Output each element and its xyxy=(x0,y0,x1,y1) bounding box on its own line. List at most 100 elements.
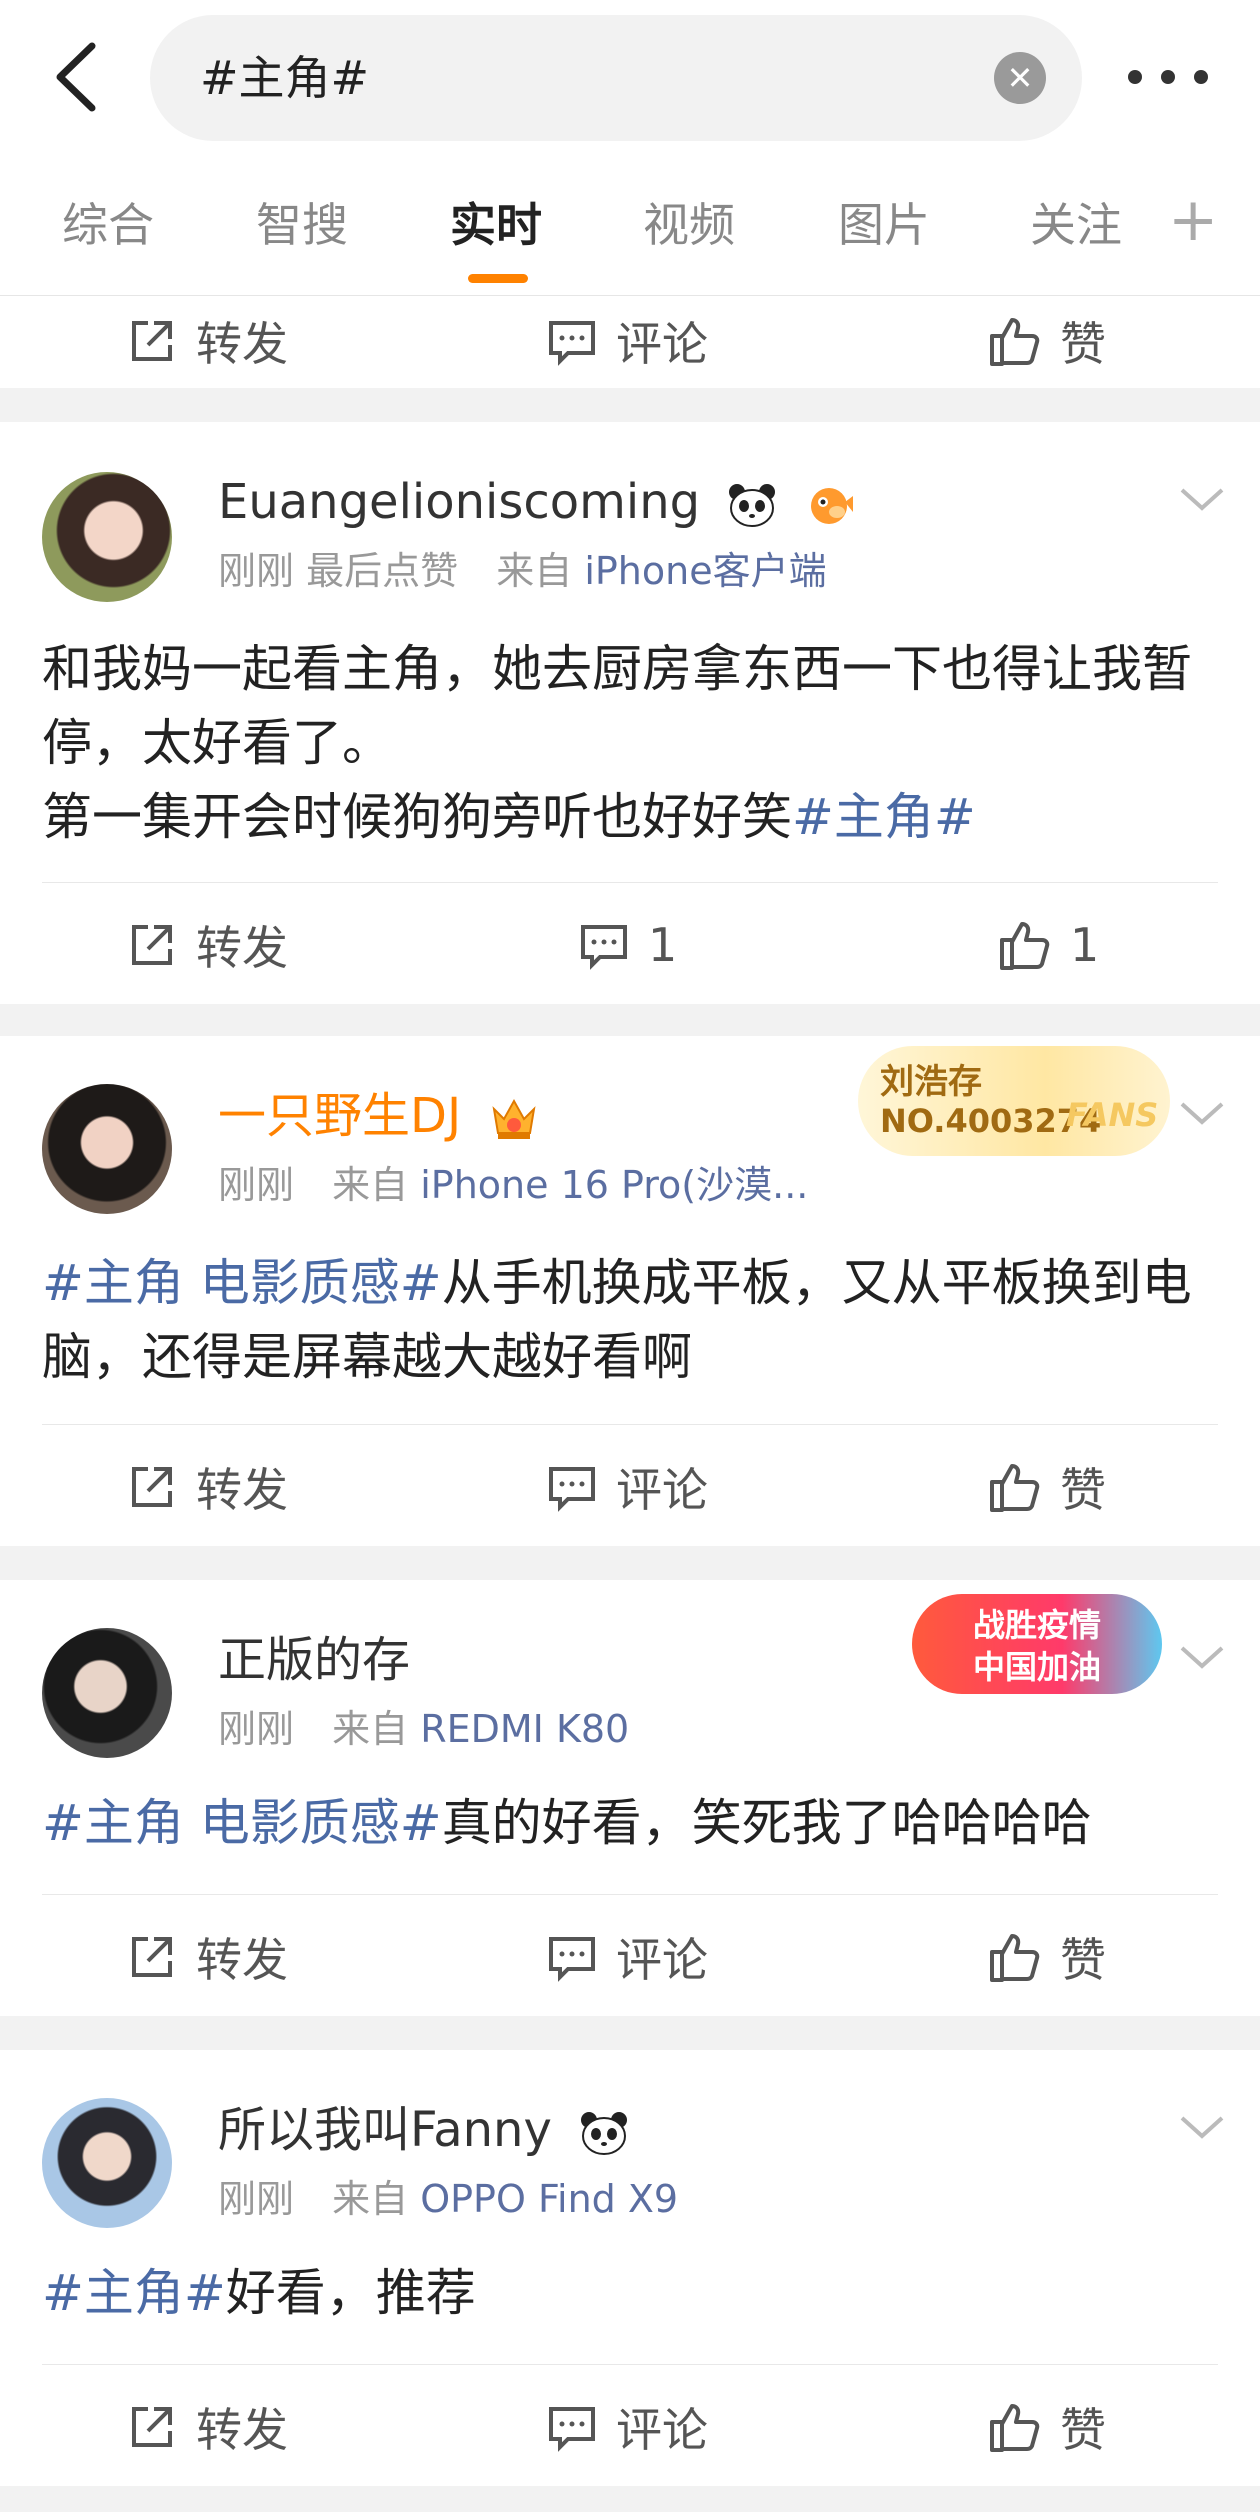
username[interactable]: 一只野生DJ xyxy=(218,1086,540,1146)
tab-smart-search[interactable]: 智搜 xyxy=(256,180,348,270)
back-button[interactable] xyxy=(48,40,108,114)
post-text: 好看，推荐 xyxy=(225,2264,476,2322)
repost-label: 转发 xyxy=(196,1463,288,1517)
avatar[interactable] xyxy=(42,2098,172,2228)
campaign-badge[interactable]: 战胜疫情 中国加油 xyxy=(912,1594,1162,1694)
fans-badge-name: 刘浩存 xyxy=(880,1062,982,1102)
thumbs-up-icon xyxy=(990,2404,1040,2452)
like-button[interactable]: 赞 xyxy=(988,286,1106,396)
divider xyxy=(42,1424,1218,1425)
comment-button[interactable]: 评论 xyxy=(546,286,708,396)
chevron-left-icon xyxy=(56,42,96,112)
avatar[interactable] xyxy=(42,472,172,602)
topic-link[interactable]: #主角# xyxy=(792,788,976,846)
tab-images[interactable]: 图片 xyxy=(838,180,930,270)
post-source[interactable]: iPhone 16 Pro(沙漠... xyxy=(420,1163,808,1207)
username-text: 一只野生DJ xyxy=(218,1088,462,1144)
repost-icon xyxy=(132,321,172,361)
post-source[interactable]: REDMI K80 xyxy=(420,1707,629,1751)
post-actions: 转发 评论 赞 xyxy=(0,2372,1260,2482)
tab-comprehensive[interactable]: 综合 xyxy=(62,180,154,270)
topic-link[interactable]: #主角 电影质感# xyxy=(42,1254,442,1312)
username-text: 正版的存 xyxy=(218,1632,411,1688)
username[interactable]: 所以我叫Fanny xyxy=(218,2100,629,2160)
chevron-down-icon[interactable] xyxy=(1178,2112,1226,2142)
divider xyxy=(42,1894,1218,1895)
comment-label: 评论 xyxy=(616,2403,708,2457)
repost-button[interactable]: 转发 xyxy=(126,890,288,1000)
source-prefix: 来自 xyxy=(332,1707,409,1751)
post-source[interactable]: OPPO Find X9 xyxy=(420,2177,678,2221)
repost-icon xyxy=(132,1467,172,1507)
like-count: 1 xyxy=(1070,918,1100,972)
repost-button[interactable]: 转发 xyxy=(126,2372,288,2482)
post-text: 真的好看，笑死我了哈哈哈哈 xyxy=(441,1794,1092,1852)
more-options-button[interactable] xyxy=(1128,62,1208,92)
username-text: Euangelioniscoming xyxy=(218,474,701,530)
post-meta: 刚刚 来自 iPhone 16 Pro(沙漠... xyxy=(218,1160,808,1210)
divider xyxy=(42,882,1218,883)
topic-link[interactable]: #主角 电影质感# xyxy=(42,1794,442,1852)
like-button[interactable]: 赞 xyxy=(988,1902,1106,2012)
source-prefix: 来自 xyxy=(332,1163,409,1207)
post-meta: 刚刚 来自 REDMI K80 xyxy=(218,1704,629,1754)
like-label: 赞 xyxy=(1060,2403,1106,2457)
search-input[interactable]: #主角# ✕ xyxy=(150,15,1082,141)
repost-button[interactable]: 转发 xyxy=(126,1432,288,1542)
post-card[interactable]: Euangelioniscoming 刚刚 最后点赞 来自 iPhone客户端 … xyxy=(0,422,1260,1004)
comment-icon xyxy=(581,925,627,970)
username[interactable]: 正版的存 xyxy=(218,1630,410,1690)
thumbs-up-icon xyxy=(990,1464,1040,1512)
post-time: 刚刚 xyxy=(218,1163,295,1207)
chevron-down-icon[interactable] xyxy=(1178,484,1226,514)
comment-label: 评论 xyxy=(616,1933,708,1987)
post-content[interactable]: #主角#好看，推荐 xyxy=(42,2256,1222,2330)
thumbs-up-icon xyxy=(990,318,1040,366)
comment-button[interactable]: 评论 xyxy=(546,1432,708,1542)
comment-button[interactable]: 1 xyxy=(578,890,677,1000)
chevron-down-icon[interactable] xyxy=(1178,1642,1226,1672)
post-card[interactable]: 一只野生DJ 刘浩存 NO.4003274 FANS 刚刚 来自 iPhone … xyxy=(0,1036,1260,1546)
comment-button[interactable]: 评论 xyxy=(546,1902,708,2012)
tab-video[interactable]: 视频 xyxy=(643,180,735,270)
search-query: #主角# xyxy=(200,51,370,105)
post-content[interactable]: #主角 电影质感#真的好看，笑死我了哈哈哈哈 xyxy=(42,1786,1222,1860)
comment-icon xyxy=(549,321,595,366)
like-button[interactable]: 赞 xyxy=(988,2372,1106,2482)
post-content[interactable]: #主角 电影质感#从手机换成平板，又从平板换到电脑，还得是屏幕越大越好看啊 xyxy=(42,1246,1222,1394)
post-text: 和我妈一起看主角，她去厨房拿东西一下也得让我暂停，太好看了。 xyxy=(42,640,1192,772)
repost-button[interactable]: 转发 xyxy=(126,286,288,396)
like-button[interactable]: 1 xyxy=(998,890,1099,1000)
more-dot-icon xyxy=(1194,70,1208,84)
avatar[interactable] xyxy=(42,1084,172,1214)
panda-icon xyxy=(729,484,776,527)
post-actions: 转发 评论 赞 xyxy=(0,1902,1260,2012)
like-label: 赞 xyxy=(1060,1463,1106,1517)
active-tab-indicator xyxy=(468,274,528,283)
thumbs-up-icon xyxy=(990,1934,1040,1982)
repost-button[interactable]: 转发 xyxy=(126,1902,288,2012)
tab-realtime[interactable]: 实时 xyxy=(450,180,542,270)
post-time: 刚刚 xyxy=(218,549,295,593)
add-tab-button[interactable]: + xyxy=(1168,190,1218,250)
like-label: 赞 xyxy=(1060,1933,1106,1987)
post-card[interactable]: 所以我叫Fanny 刚刚 来自 OPPO Find X9 #主角#好看，推荐 转… xyxy=(0,2050,1260,2486)
fans-badge[interactable]: 刘浩存 NO.4003274 FANS xyxy=(858,1046,1170,1156)
post-meta: 刚刚 最后点赞 来自 iPhone客户端 xyxy=(218,546,827,596)
post-actions: 转发 评论 赞 xyxy=(0,1432,1260,1542)
username[interactable]: Euangelioniscoming xyxy=(218,472,855,532)
clear-search-button[interactable]: ✕ xyxy=(994,52,1046,104)
avatar[interactable] xyxy=(42,1628,172,1758)
post-content[interactable]: 和我妈一起看主角，她去厨房拿东西一下也得让我暂停，太好看了。 第一集开会时候狗狗… xyxy=(42,632,1222,854)
topic-link[interactable]: #主角# xyxy=(42,2264,226,2322)
tab-bar: 综合 智搜 实时 视频 图片 关注 xyxy=(0,180,1260,283)
tab-following[interactable]: 关注 xyxy=(1030,180,1122,270)
comment-button[interactable]: 评论 xyxy=(546,2372,708,2482)
like-button[interactable]: 赞 xyxy=(988,1432,1106,1542)
repost-icon xyxy=(132,1937,172,1977)
post-source[interactable]: iPhone客户端 xyxy=(584,549,826,593)
post-extra-label: 最后点赞 xyxy=(306,549,459,593)
repost-icon xyxy=(132,925,172,965)
chevron-down-icon[interactable] xyxy=(1178,1098,1226,1128)
post-card[interactable]: 正版的存 战胜疫情 中国加油 刚刚 来自 REDMI K80 #主角 电影质感#… xyxy=(0,1580,1260,2016)
